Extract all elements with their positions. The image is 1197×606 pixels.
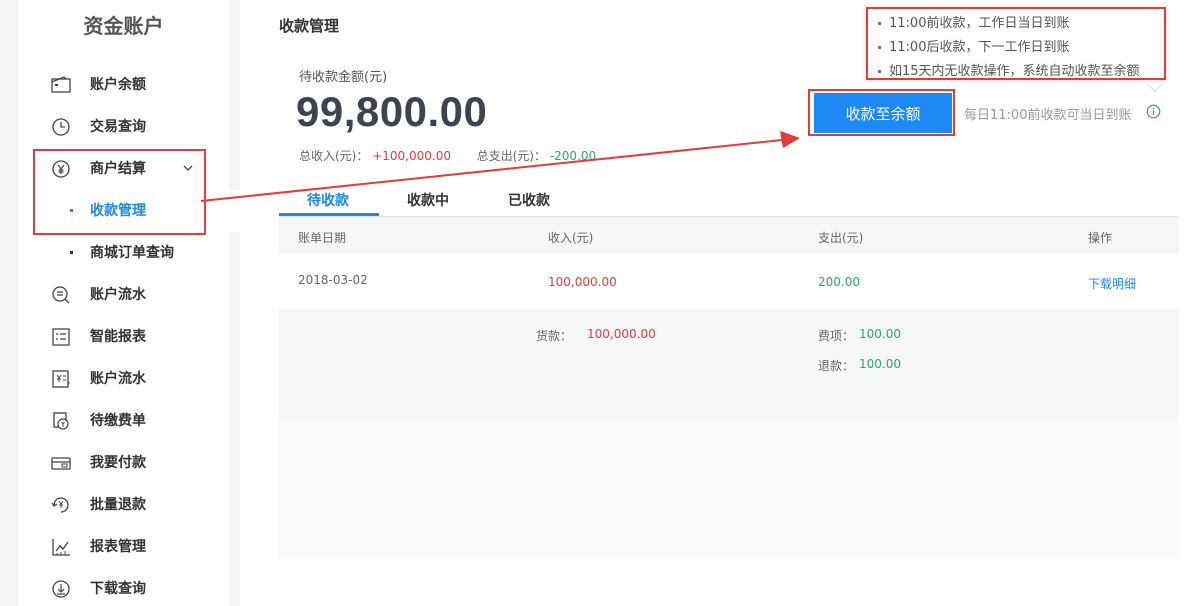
sidebar-item-smart-report[interactable]: 智能报表 — [18, 316, 229, 358]
bullet-dot — [878, 46, 881, 49]
card-icon — [51, 457, 71, 470]
app-root: 资金账户 账户余额 交易查询 商户结算 商城订单查询 账户流水 智能报表 账户流… — [0, 0, 1197, 606]
sidebar: 资金账户 账户余额 交易查询 商户结算 商城订单查询 账户流水 智能报表 账户流… — [18, 0, 229, 606]
collection-tabs: 待收款 收款中 已收款 — [279, 184, 1179, 217]
tooltip-line: 如15天内无收款操作，系统自动收款至余额 — [878, 60, 1140, 79]
sidebar-item-label: 批量退款 — [90, 497, 146, 513]
table-header: 账单日期 收入(元) 支出(元) 操作 — [279, 217, 1179, 254]
sidebar-item-label: 商城订单查询 — [90, 245, 174, 261]
download-detail-link[interactable]: 下载明细 — [1088, 275, 1136, 292]
collect-hint: 每日11:00前收款可当日到账 — [964, 108, 1132, 123]
sidebar-item-download-query[interactable]: 下载查询 — [18, 568, 229, 606]
table-row-detail: 货款： 100,000.00 费项： 100.00 退款： 100.00 — [279, 309, 1179, 419]
sidebar-item-label: 待缴费单 — [90, 413, 146, 429]
bullet-dot — [70, 251, 73, 254]
sidebar-item-label: 智能报表 — [90, 329, 146, 345]
refund-value: 100.00 — [859, 357, 901, 371]
refund-icon — [51, 497, 69, 513]
pending-amount-value: 99,800.00 — [296, 88, 488, 135]
tooltip-text: 如15天内无收款操作，系统自动收款至余额 — [889, 64, 1140, 79]
bill-icon — [53, 412, 69, 430]
clock-icon — [52, 118, 70, 136]
sidebar-item-pending-bills[interactable]: 待缴费单 — [18, 400, 229, 442]
total-expense-value: -200.00 — [549, 149, 597, 163]
table-row: 2018-03-02 100,000.00 200.00 下载明细 — [279, 254, 1179, 309]
bullet-dot — [878, 22, 881, 25]
tooltip-text: 11:00前收款，工作日当日到账 — [889, 16, 1070, 31]
annotation-box-sidebar — [33, 149, 206, 235]
tooltip-line: 11:00后收款，下一工作日到账 — [878, 36, 1069, 55]
header-expense: 支出(元) — [818, 231, 864, 245]
tab-in-progress[interactable]: 收款中 — [407, 190, 449, 217]
download-icon — [52, 580, 70, 598]
collection-rules-tooltip: 11:00前收款，工作日当日到账 11:00后收款，下一工作日到账 如15天内无… — [866, 7, 1166, 80]
page-title: 收款管理 — [279, 17, 340, 35]
refund-label: 退款： — [818, 359, 855, 373]
sidebar-item-account-flow[interactable]: 账户流水 — [18, 274, 229, 316]
sidebar-subitem-mall-orders[interactable]: 商城订单查询 — [18, 232, 229, 274]
sidebar-item-label: 交易查询 — [90, 119, 146, 135]
total-income-value: +100,000.00 — [372, 149, 451, 163]
sidebar-item-label: 报表管理 — [90, 539, 146, 555]
sidebar-item-label: 账户余额 — [90, 77, 146, 93]
main-panel: 收款管理 待收款金额(元) 99,800.00 总收入(元)： +100,000… — [240, 0, 1197, 606]
totals-line: 总收入(元)： +100,000.00 总支出(元)： -200.00 — [299, 147, 596, 164]
goods-label: 货款： — [536, 329, 573, 343]
row-expense: 200.00 — [818, 275, 860, 289]
total-income-label: 总收入(元)： — [299, 149, 369, 163]
info-icon[interactable] — [1146, 104, 1161, 119]
active-tab-underline — [279, 213, 379, 216]
sidebar-item-label: 账户流水 — [90, 287, 146, 303]
chart-icon — [52, 539, 70, 556]
sidebar-item-account-ledger[interactable]: 账户流水 — [18, 358, 229, 400]
search-list-icon — [52, 286, 70, 304]
sidebar-item-report-management[interactable]: 报表管理 — [18, 526, 229, 568]
report-list-icon — [52, 328, 70, 346]
sidebar-item-label: 下载查询 — [90, 581, 146, 597]
wallet-icon — [51, 76, 71, 93]
total-expense-label: 总支出(元)： — [476, 149, 546, 163]
goods-value: 100,000.00 — [587, 327, 656, 341]
header-date: 账单日期 — [298, 231, 347, 245]
pending-amount-label: 待收款金额(元) — [299, 70, 388, 85]
sidebar-title: 资金账户 — [83, 14, 164, 38]
sidebar-item-balance[interactable]: 账户余额 — [18, 64, 229, 106]
tooltip-text: 11:00后收款，下一工作日到账 — [889, 40, 1070, 55]
tooltip-line: 11:00前收款，工作日当日到账 — [878, 12, 1069, 31]
sidebar-item-batch-refund[interactable]: 批量退款 — [18, 484, 229, 526]
header-action: 操作 — [1088, 231, 1113, 245]
sidebar-item-make-payment[interactable]: 我要付款 — [18, 442, 229, 484]
sidebar-item-label: 账户流水 — [90, 371, 146, 387]
sidebar-item-transactions[interactable]: 交易查询 — [18, 106, 229, 148]
fee-label: 费项： — [818, 329, 855, 343]
sidebar-item-label: 我要付款 — [90, 455, 146, 471]
tab-collected[interactable]: 已收款 — [508, 190, 550, 217]
fee-value: 100.00 — [859, 327, 901, 341]
row-date: 2018-03-02 — [298, 273, 368, 287]
ledger-icon — [52, 370, 70, 388]
header-income: 收入(元) — [548, 231, 594, 245]
table-empty-area — [279, 419, 1179, 559]
bullet-dot — [878, 70, 881, 73]
row-income: 100,000.00 — [548, 275, 617, 289]
annotation-box-button — [808, 89, 955, 136]
